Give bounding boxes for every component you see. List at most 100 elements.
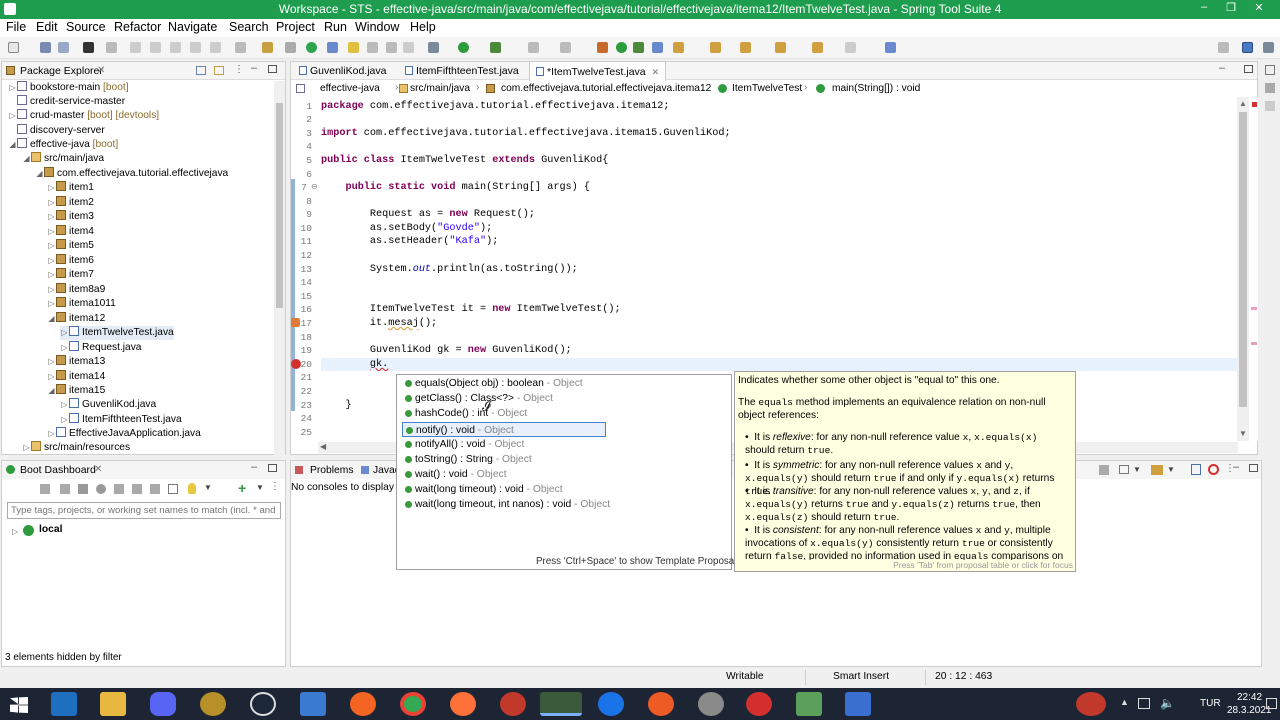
spring-boot-icon[interactable] — [306, 42, 317, 53]
fold-icon[interactable]: ⊖ — [311, 182, 318, 191]
collapse-arrow-icon[interactable]: ◢ — [8, 138, 17, 152]
back-icon[interactable] — [812, 42, 823, 53]
refresh-icon[interactable] — [40, 484, 50, 494]
skip-breakpoints-icon[interactable] — [106, 42, 117, 53]
menu-project[interactable]: Project — [276, 20, 315, 34]
menu-window[interactable]: Window — [355, 20, 399, 34]
next-annotation-icon[interactable] — [710, 42, 721, 53]
open-perspective-icon[interactable] — [1218, 42, 1229, 53]
close-view-icon[interactable]: ✕ — [97, 65, 105, 76]
editor-vertical-scrollbar[interactable]: ▲ ▼ — [1237, 97, 1249, 441]
minimize-view-icon[interactable]: – — [1219, 62, 1225, 74]
block-selection-icon[interactable] — [367, 42, 378, 53]
minimize-view-icon[interactable]: – — [251, 461, 257, 473]
tree-item[interactable]: ◢ effective-java [boot] — [8, 138, 118, 152]
boot-target-local[interactable]: local — [39, 524, 62, 535]
windows-start-icon[interactable] — [10, 697, 28, 713]
tab-problems[interactable]: Problems — [310, 465, 354, 476]
save-icon[interactable] — [40, 42, 51, 53]
proposal-item[interactable]: getClass() : Class<?> - Object — [402, 391, 606, 406]
expand-arrow-icon[interactable]: ▷ — [47, 210, 56, 224]
menu-refactor[interactable]: Refactor — [114, 20, 161, 34]
steam-icon[interactable] — [250, 692, 276, 716]
expand-arrow-icon[interactable]: ▷ — [12, 527, 18, 536]
open-browser-icon[interactable] — [132, 484, 142, 494]
editor-tab-guvenlikod[interactable]: GuvenliKod.java — [293, 61, 392, 81]
menu-file[interactable]: File — [6, 20, 26, 34]
menu-run[interactable]: Run — [324, 20, 347, 34]
step-into-icon[interactable] — [190, 42, 201, 53]
tree-item[interactable]: ▷ item3 — [47, 210, 94, 224]
proposal-item[interactable]: toString() : String - Object — [402, 452, 606, 467]
tree-item[interactable]: ▷ Request.java — [60, 341, 141, 355]
view-menu-icon[interactable]: ⋮ — [234, 64, 244, 75]
minimize-view-icon[interactable]: – — [251, 62, 257, 74]
debug-perspective-icon[interactable] — [1263, 42, 1274, 53]
collapse-arrow-icon[interactable]: ◢ — [47, 384, 56, 398]
debug-boot-icon[interactable] — [96, 484, 106, 494]
proposal-item[interactable]: notifyAll() : void - Object — [402, 437, 606, 452]
tree-item[interactable]: ▷ item4 — [47, 225, 94, 239]
expand-arrow-icon[interactable]: ▷ — [47, 370, 56, 384]
tree-item[interactable]: ▷ src/main/resources — [22, 441, 130, 455]
chevron-down-icon[interactable]: ▼ — [1133, 465, 1141, 474]
tree-item[interactable]: ▷ ItemTwelveTest.java — [60, 326, 174, 340]
maximize-view-icon[interactable] — [1249, 464, 1258, 472]
search-toolbar-icon[interactable] — [673, 42, 684, 53]
notepad-icon[interactable] — [796, 692, 822, 716]
screen-recorder-icon[interactable] — [746, 692, 772, 716]
maximize-view-icon[interactable] — [268, 464, 277, 472]
collapse-arrow-icon[interactable]: ◢ — [22, 152, 31, 166]
new-spring-starter-icon[interactable] — [616, 42, 627, 53]
boot-filter-input[interactable] — [7, 502, 281, 519]
save-all-icon[interactable] — [58, 42, 69, 53]
maps-app-icon[interactable] — [598, 692, 624, 716]
origin-icon[interactable] — [350, 692, 376, 716]
tree-item[interactable]: ▷ bookstore-main [boot] — [8, 81, 129, 95]
menu-edit[interactable]: Edit — [36, 20, 58, 34]
stop-icon[interactable] — [78, 484, 88, 494]
chevron-down-icon[interactable]: ▼ — [204, 483, 212, 492]
debug-resume-icon[interactable] — [130, 42, 141, 53]
prev-annotation-icon[interactable] — [740, 42, 751, 53]
boot-dashboard-title[interactable]: Boot Dashboard — [20, 464, 96, 476]
discord-icon[interactable] — [150, 692, 176, 716]
expand-arrow-icon[interactable]: ▷ — [47, 268, 56, 282]
antivirus-icon[interactable] — [1076, 692, 1106, 716]
lenovo-app-icon[interactable] — [51, 692, 77, 716]
pin-editor-icon[interactable] — [885, 42, 896, 53]
maximize-view-icon[interactable] — [268, 65, 277, 73]
use-step-filters-icon[interactable] — [262, 42, 273, 53]
tree-item[interactable]: ▷ crud-master [boot] [devtools] — [8, 109, 159, 123]
clock-time[interactable]: 22:42 — [1237, 692, 1262, 703]
columns-icon[interactable] — [168, 484, 178, 494]
console-toolbar-icon[interactable] — [1099, 465, 1109, 475]
tree-item[interactable]: ▷ itema1011 — [47, 297, 116, 311]
tree-item[interactable]: ▷ ItemFifthteenTest.java — [60, 413, 182, 427]
league-of-legends-icon[interactable] — [200, 692, 226, 716]
document-app-icon[interactable] — [845, 692, 871, 716]
expand-arrow-icon[interactable]: ▷ — [60, 413, 69, 427]
volume-icon[interactable]: 🔈 — [1160, 696, 1175, 710]
expand-arrow-icon[interactable]: ▷ — [47, 427, 56, 441]
network-icon[interactable] — [1138, 698, 1150, 709]
expand-arrow-icon[interactable]: ▷ — [60, 341, 69, 355]
word-wrap-icon[interactable] — [386, 42, 397, 53]
new-java-project-icon[interactable] — [597, 42, 608, 53]
open-type-icon[interactable] — [652, 42, 663, 53]
link-editor-icon[interactable] — [214, 66, 224, 75]
spring-tool-suite-icon[interactable] — [540, 692, 582, 716]
scroll-left-icon[interactable]: ◀ — [320, 442, 326, 451]
run-icon[interactable] — [458, 42, 469, 53]
boot-dashboard-icon[interactable] — [285, 42, 296, 53]
tree-item[interactable]: ◢ src/main/java — [22, 152, 104, 166]
scrollbar-thumb[interactable] — [276, 103, 283, 308]
proposal-item[interactable]: hashCode() : int - Object — [402, 406, 606, 421]
proposal-item[interactable]: wait(long timeout, int nanos) : void - O… — [402, 497, 610, 512]
maximize-view-icon[interactable] — [1244, 65, 1253, 73]
breadcrumb-source-folder[interactable]: src/main/java — [410, 83, 470, 94]
forward-icon[interactable] — [845, 42, 856, 53]
add-target-icon[interactable]: + — [238, 480, 246, 496]
server-icon[interactable] — [560, 42, 571, 53]
debug-icon[interactable] — [428, 42, 439, 53]
